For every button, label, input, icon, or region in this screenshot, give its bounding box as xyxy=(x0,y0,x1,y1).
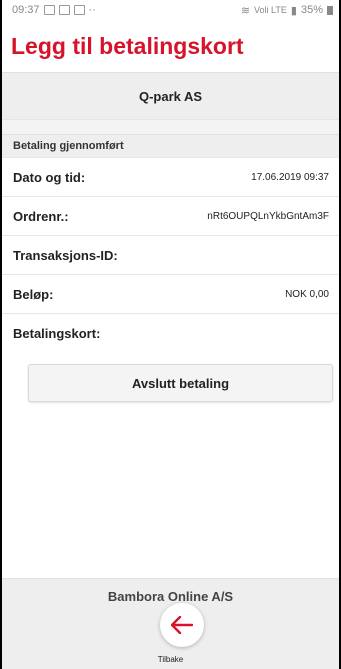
divider-band xyxy=(2,119,339,134)
signal-text: Voli LTE xyxy=(254,5,287,15)
detail-value: nRt6OUPQLnYkbGntAm3F xyxy=(207,210,329,222)
payment-provider: Bambora Online A/S xyxy=(107,589,234,604)
merchant-name: Q-park AS xyxy=(2,72,339,119)
gallery-notification-icon xyxy=(43,5,55,15)
status-time: 09:37 xyxy=(12,4,40,16)
detail-label: Betalingskort: xyxy=(13,325,101,341)
facebook-notification-icon xyxy=(73,5,85,15)
detail-label: Beløp: xyxy=(13,286,54,302)
detail-row-order: Ordrenr.: nRt6OUPQLnYkbGntAm3F xyxy=(2,196,339,235)
detail-row-card: Betalingskort: xyxy=(2,313,339,352)
page-title: Legg til betalingskort xyxy=(11,32,244,59)
detail-value: 17.06.2019 09:37 xyxy=(251,171,329,183)
battery-icon xyxy=(327,5,333,15)
image-notification-icon xyxy=(58,5,70,15)
status-right: ≋ Voli LTE ▮ 35% xyxy=(241,4,333,17)
detail-label: Dato og tid: xyxy=(13,169,86,185)
detail-label: Transaksjons-ID: xyxy=(13,247,118,263)
finish-payment-button[interactable]: Avslutt betaling xyxy=(28,364,333,402)
more-notifications-icon: ·· xyxy=(88,4,96,16)
status-left: 09:37 ·· xyxy=(12,4,96,16)
payment-status-header: Betaling gjennomført xyxy=(2,134,339,157)
detail-value: NOK 0,00 xyxy=(285,288,329,300)
phone-screen: 09:37 ·· ≋ Voli LTE ▮ 35% Legg til betal… xyxy=(2,0,339,669)
back-button[interactable] xyxy=(160,603,204,647)
wifi-icon: ≋ xyxy=(240,4,251,17)
arrow-left-icon xyxy=(171,616,193,634)
signal-bars-icon: ▮ xyxy=(290,4,297,17)
detail-row-amount: Beløp: NOK 0,00 xyxy=(2,274,339,313)
button-container: Avslutt betaling xyxy=(2,352,339,402)
detail-label: Ordrenr.: xyxy=(13,208,69,224)
detail-row-transaction: Transaksjons-ID: xyxy=(2,235,339,274)
battery-percent: 35% xyxy=(300,4,323,16)
back-label: Tilbake xyxy=(157,655,184,664)
detail-row-date: Dato og tid: 17.06.2019 09:37 xyxy=(2,157,339,196)
footer: Bambora Online A/S Tilbake xyxy=(2,578,339,669)
status-bar: 09:37 ·· ≋ Voli LTE ▮ 35% xyxy=(2,0,339,20)
